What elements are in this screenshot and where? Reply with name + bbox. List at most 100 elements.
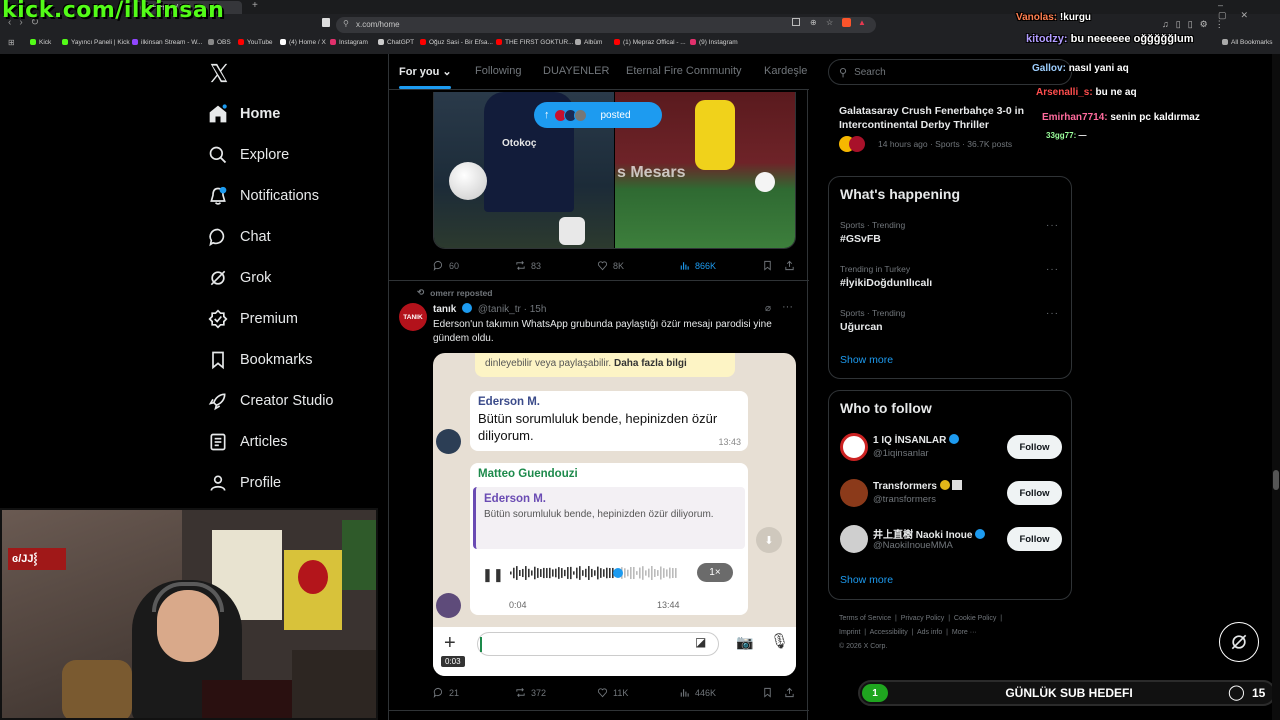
scrollbar-thumb[interactable]	[1273, 470, 1279, 490]
nav-item-profile[interactable]: Profile	[208, 468, 281, 498]
views-button[interactable]: 866K	[679, 260, 716, 271]
mic-scroll-icon[interactable]: ⬇	[756, 527, 782, 553]
bookmark-item[interactable]: Kick	[30, 39, 51, 46]
new-posts-pill[interactable]: ↑ posted	[534, 102, 662, 128]
trend-meta: Sports · Trending	[840, 308, 906, 318]
bookmark-item[interactable]: Albüm	[575, 39, 602, 46]
wa-text-input[interactable]	[477, 632, 719, 656]
follow-button[interactable]: Follow	[1007, 527, 1062, 551]
tab-duayenler[interactable]: DUAYENLER	[543, 65, 609, 77]
playback-speed-button[interactable]: 1×	[697, 563, 733, 582]
follow-button[interactable]: Follow	[1007, 481, 1062, 505]
grok-icon[interactable]: ⌀	[765, 303, 771, 314]
footer-link[interactable]: Terms of Service	[839, 615, 891, 622]
footer-link[interactable]: Imprint	[839, 629, 860, 636]
apps-grid-icon[interactable]: ⊞	[8, 38, 15, 47]
new-tab-icon[interactable]: +	[252, 0, 258, 11]
nav-item-home[interactable]: Home	[208, 99, 280, 129]
post-media[interactable]: dinleyebilir veya paylaşabilir. Daha faz…	[433, 353, 796, 676]
tab-kardesle[interactable]: Kardeşle	[764, 65, 807, 77]
zoom-icon[interactable]: ⊕	[810, 18, 817, 27]
nav-item-chat[interactable]: Chat	[208, 222, 271, 252]
x-logo-icon[interactable]	[208, 62, 230, 84]
view-count: 446K	[695, 687, 717, 698]
views-button[interactable]: 446K	[679, 687, 716, 698]
share-button[interactable]	[784, 260, 800, 271]
like-button[interactable]: 8K	[597, 260, 624, 271]
nav-item-creator-studio[interactable]: Creator Studio	[208, 386, 334, 416]
bookmark-item[interactable]: (4) Home / X	[280, 39, 326, 46]
repost-button[interactable]: 83	[515, 260, 541, 271]
bookmark-item[interactable]: (9) Instagram	[690, 39, 738, 46]
footer-link[interactable]: Ads info	[917, 629, 942, 636]
views-icon	[680, 262, 689, 270]
nav-item-explore[interactable]: Explore	[208, 140, 289, 170]
more-icon[interactable]: ···	[1046, 220, 1059, 231]
install-icon[interactable]	[792, 18, 800, 26]
show-more-link[interactable]: Show more	[840, 354, 893, 366]
bookmark-item[interactable]: YouTube	[238, 39, 273, 46]
bookmark-item[interactable]: Instagram	[330, 39, 368, 46]
footer-link[interactable]: Accessibility	[870, 629, 908, 636]
show-more-link[interactable]: Show more	[840, 574, 893, 586]
scrollbar[interactable]	[1272, 54, 1280, 720]
tab-eternal-fire[interactable]: Eternal Fire Community	[626, 65, 742, 77]
nav-item-grok[interactable]: Grok	[208, 263, 271, 293]
sticker-icon[interactable]: ◪	[695, 635, 706, 649]
recording-time: 0:03	[441, 656, 465, 667]
more-icon[interactable]: ···	[1046, 308, 1059, 319]
follow-button[interactable]: Follow	[1007, 435, 1062, 459]
bookmark-item[interactable]: ChatGPT	[378, 39, 414, 46]
rewards-icon[interactable]: ▲	[858, 18, 866, 27]
nav-item-notifications[interactable]: Notifications	[208, 181, 319, 211]
footer-link[interactable]: More ···	[952, 629, 977, 636]
wa-message: Ederson M. Bütün sorumluluk bende, hepin…	[470, 391, 748, 451]
tab-following[interactable]: Following	[475, 65, 521, 77]
bookmark-item[interactable]: THE FIRST GOKTUR...	[496, 39, 574, 46]
waveform-bar	[510, 571, 512, 575]
url-bar[interactable]: ⚲ x.com/home ⊕ ☆ ▲	[336, 17, 876, 33]
repost-indicator[interactable]: ⟲ omerr reposted	[417, 287, 492, 298]
author-handle[interactable]: @tanik_tr	[478, 304, 521, 315]
mic-icon[interactable]: 🎙	[770, 632, 789, 650]
tab-for-you[interactable]: For you ⌄	[399, 65, 452, 78]
avatar[interactable]: TANIK	[399, 303, 427, 331]
repost-button[interactable]: 372	[515, 687, 546, 698]
pause-icon[interactable]: ❚❚	[482, 567, 504, 583]
waveform-bar	[585, 568, 587, 578]
share-button[interactable]	[784, 687, 800, 698]
bookmark-button[interactable]	[762, 687, 778, 698]
grok-fab-button[interactable]	[1219, 622, 1259, 662]
plus-icon[interactable]: +	[444, 632, 456, 655]
like-button[interactable]: 11K	[597, 687, 628, 698]
voice-waveform[interactable]	[510, 563, 682, 583]
nav-item-bookmarks[interactable]: Bookmarks	[208, 345, 313, 375]
reply-button[interactable]: 60	[433, 260, 459, 271]
bookmark-button[interactable]	[762, 260, 778, 271]
share-icon	[785, 260, 794, 271]
bookmark-item[interactable]: Yayıncı Paneli | Kick	[62, 39, 130, 46]
nav-item-premium[interactable]: Premium	[208, 304, 298, 334]
footer-link[interactable]: Cookie Policy	[954, 615, 996, 622]
reply-button[interactable]: 21	[433, 687, 459, 698]
nav-item-articles[interactable]: Articles	[208, 427, 288, 457]
brave-shield-icon[interactable]	[842, 18, 851, 27]
star-icon[interactable]: ☆	[826, 18, 833, 27]
author-name[interactable]: tanık	[433, 304, 456, 315]
bookmark-page-icon[interactable]	[322, 18, 330, 27]
chat-message: —	[1078, 131, 1087, 140]
bookmark-item[interactable]: OBS	[208, 39, 231, 46]
camera-icon[interactable]: 📷	[736, 634, 753, 651]
more-icon[interactable]: ···	[1046, 264, 1059, 275]
more-icon[interactable]: ···	[782, 301, 793, 313]
site-info-icon[interactable]: ⚲	[343, 19, 349, 28]
footer-link[interactable]: Privacy Policy	[901, 615, 945, 622]
news-headline[interactable]: Galatasaray Crush Fenerbahçe 3-0 in Inte…	[839, 104, 1039, 132]
waveform-bar	[525, 566, 527, 580]
playhead[interactable]	[613, 568, 623, 578]
nav-label: Profile	[240, 475, 282, 491]
bookmark-item[interactable]: ilkinsan Stream - W...	[132, 39, 202, 46]
bookmark-item[interactable]: Oğuz Sasi - Bir Efsa...	[420, 39, 493, 46]
post-time[interactable]: 15h	[530, 304, 547, 315]
bookmark-item[interactable]: (1) Mepraz Offical - ...	[614, 39, 686, 46]
